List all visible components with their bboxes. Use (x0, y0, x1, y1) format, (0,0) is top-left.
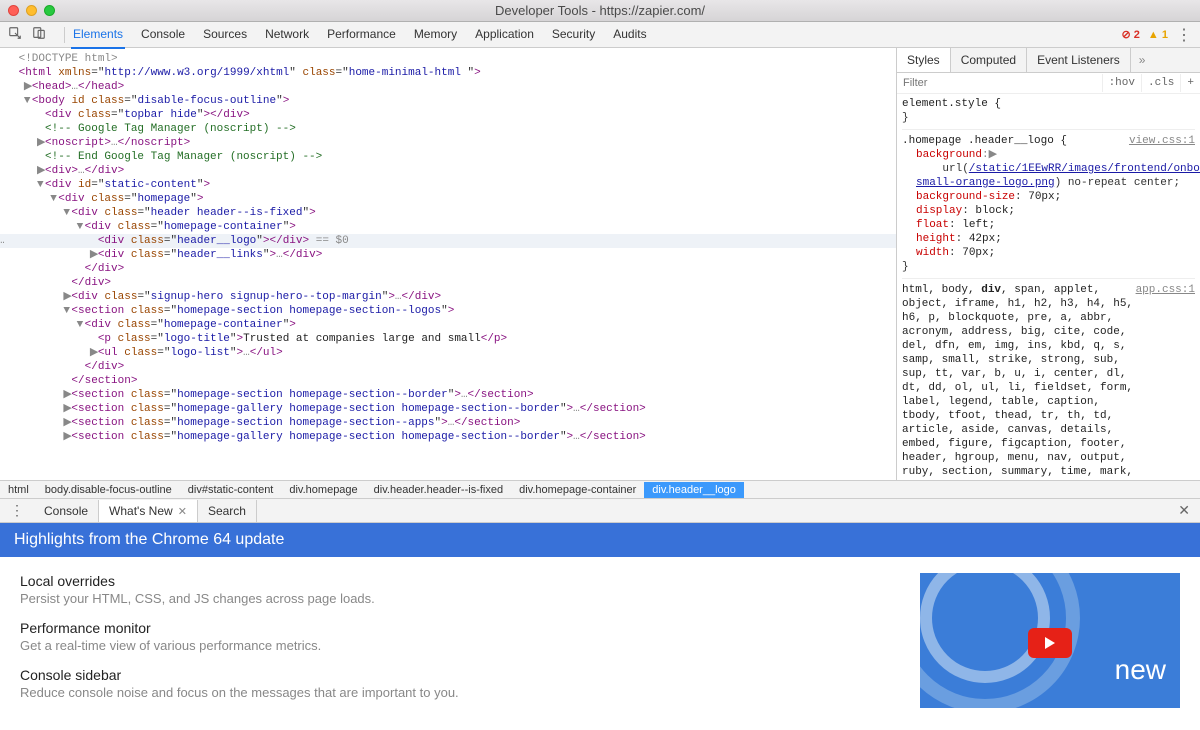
whats-new-video[interactable]: new (920, 573, 1180, 708)
wn-title: Console sidebar (20, 667, 880, 683)
source-line[interactable]: … <div class="header__logo"></div> == $0 (0, 234, 896, 248)
maximize-icon[interactable] (44, 5, 55, 16)
source-line[interactable]: ▶<div class="signup-hero signup-hero--to… (0, 290, 896, 304)
play-icon[interactable] (1028, 628, 1072, 658)
source-line[interactable]: <!-- End Google Tag Manager (noscript) -… (0, 150, 896, 164)
whats-new-banner: Highlights from the Chrome 64 update (0, 523, 1200, 557)
source-line[interactable]: ▶<section class="homepage-gallery homepa… (0, 430, 896, 444)
source-line[interactable]: ▼<div class="homepage-container"> (0, 220, 896, 234)
source-line[interactable]: <p class="logo-title">Trusted at compani… (0, 332, 896, 346)
tab-application[interactable]: Application (473, 21, 536, 49)
css-rule[interactable]: html, body, div, span, applet, object, i… (902, 283, 1195, 480)
tab-memory[interactable]: Memory (412, 21, 459, 49)
source-line[interactable]: <div class="topbar hide"></div> (0, 108, 896, 122)
source-line[interactable]: ▶<div class="header__links">…</div> (0, 248, 896, 262)
breadcrumb-item[interactable]: div.header.header--is-fixed (366, 482, 511, 498)
whats-new-content: Local overrides Persist your HTML, CSS, a… (0, 557, 1200, 730)
breadcrumb-item[interactable]: body.disable-focus-outline (37, 482, 180, 498)
breadcrumb-item[interactable]: div.homepage (281, 482, 365, 498)
window-titlebar: Developer Tools - https://zapier.com/ (0, 0, 1200, 22)
wn-desc: Reduce console noise and focus on the me… (20, 685, 880, 700)
source-line[interactable]: ▶<noscript>…</noscript> (0, 136, 896, 150)
tab-sources[interactable]: Sources (201, 21, 249, 49)
styles-panel: StylesComputedEvent Listeners» :hov .cls… (896, 48, 1200, 480)
wn-desc: Get a real-time view of various performa… (20, 638, 880, 653)
separator (64, 27, 65, 43)
source-line[interactable]: <!-- Google Tag Manager (noscript) --> (0, 122, 896, 136)
styles-rules[interactable]: element.style {} .homepage .header__logo … (897, 94, 1200, 480)
styles-tabs: StylesComputedEvent Listeners» (897, 48, 1200, 73)
breadcrumb-bar[interactable]: htmlbody.disable-focus-outlinediv#static… (0, 480, 1200, 498)
source-line[interactable]: </div> (0, 276, 896, 290)
styles-tab-styles[interactable]: Styles (897, 48, 951, 72)
wn-title: Local overrides (20, 573, 880, 589)
source-line[interactable]: ▶<ul class="logo-list">…</ul> (0, 346, 896, 360)
source-line[interactable]: ▼<section class="homepage-section homepa… (0, 304, 896, 318)
tab-audits[interactable]: Audits (611, 21, 648, 49)
wn-title: Performance monitor (20, 620, 880, 636)
styles-filter-row: :hov .cls + (897, 73, 1200, 94)
source-line[interactable]: ▶<section class="homepage-section homepa… (0, 388, 896, 402)
breadcrumb-item[interactable]: div.homepage-container (511, 482, 644, 498)
cls-toggle[interactable]: .cls (1141, 74, 1180, 92)
source-line[interactable]: ▶<section class="homepage-gallery homepa… (0, 402, 896, 416)
source-line[interactable]: ▼<div class="header header--is-fixed"> (0, 206, 896, 220)
whats-new-item: Performance monitor Get a real-time view … (20, 620, 880, 653)
elements-tree[interactable]: <!DOCTYPE html> <html xmlns="http://www.… (0, 48, 896, 480)
source-line[interactable]: </div> (0, 360, 896, 374)
traffic-lights (8, 5, 55, 16)
source-line[interactable]: ▼<div class="homepage-container"> (0, 318, 896, 332)
breadcrumb-item[interactable]: div#static-content (180, 482, 282, 498)
drawer-tabs: ⋮ ConsoleWhat's New ✕Search ✕ (0, 499, 1200, 523)
source-line[interactable]: ▶<section class="homepage-section homepa… (0, 416, 896, 430)
close-icon[interactable] (8, 5, 19, 16)
tab-network[interactable]: Network (263, 21, 311, 49)
add-rule-icon[interactable]: + (1180, 74, 1200, 92)
styles-tab-computed[interactable]: Computed (951, 48, 1027, 72)
video-label: new (1115, 654, 1166, 686)
main-tabs: Elements Console Sources Network Performance… (71, 21, 649, 49)
devtools-toolbar: Elements Console Sources Network Performance… (0, 22, 1200, 48)
hov-toggle[interactable]: :hov (1102, 74, 1141, 92)
css-rule[interactable]: element.style {} (902, 97, 1195, 130)
error-count-icon[interactable]: ⊘ 2 (1122, 28, 1140, 41)
drawer-close-icon[interactable]: ✕ (1168, 502, 1200, 519)
source-line[interactable]: </section> (0, 374, 896, 388)
source-line[interactable]: ▶<div>…</div> (0, 164, 896, 178)
wn-desc: Persist your HTML, CSS, and JS changes a… (20, 591, 880, 606)
source-line[interactable]: ▼<div class="homepage"> (0, 192, 896, 206)
source-line[interactable]: <!DOCTYPE html> (0, 52, 896, 66)
tab-security[interactable]: Security (550, 21, 597, 49)
styles-tabs-overflow-icon[interactable]: » (1131, 48, 1154, 72)
drawer: ⋮ ConsoleWhat's New ✕Search ✕ Highlights… (0, 498, 1200, 730)
drawer-tab-console[interactable]: Console (34, 500, 99, 522)
whats-new-item: Local overrides Persist your HTML, CSS, a… (20, 573, 880, 606)
breadcrumb-item[interactable]: div.header__logo (644, 482, 744, 498)
source-line[interactable]: </div> (0, 262, 896, 276)
css-rule[interactable]: .homepage .header__logo {view.css:1backg… (902, 134, 1195, 279)
breadcrumb-item[interactable]: html (0, 482, 37, 498)
tab-console[interactable]: Console (139, 21, 187, 49)
styles-filter-input[interactable] (897, 73, 1102, 93)
source-line[interactable]: ▶<head>…</head> (0, 80, 896, 94)
more-menu-icon[interactable]: ⋮ (1176, 25, 1192, 45)
source-line[interactable]: <html xmlns="http://www.w3.org/1999/xhtm… (0, 66, 896, 80)
window-title: Developer Tools - https://zapier.com/ (0, 3, 1200, 18)
source-line[interactable]: ▼<body id class="disable-focus-outline"> (0, 94, 896, 108)
styles-tab-event-listeners[interactable]: Event Listeners (1027, 48, 1131, 72)
tab-elements[interactable]: Elements (71, 21, 125, 49)
drawer-tab-what-s-new[interactable]: What's New ✕ (99, 500, 198, 522)
drawer-tab-search[interactable]: Search (198, 500, 257, 522)
drawer-more-icon[interactable]: ⋮ (0, 502, 34, 519)
whats-new-item: Console sidebar Reduce console noise and … (20, 667, 880, 700)
tab-performance[interactable]: Performance (325, 21, 398, 49)
inspect-icon[interactable] (8, 26, 22, 43)
warning-count-icon[interactable]: ▲ 1 (1148, 29, 1168, 41)
device-icon[interactable] (32, 26, 46, 43)
source-line[interactable]: ▼<div id="static-content"> (0, 178, 896, 192)
minimize-icon[interactable] (26, 5, 37, 16)
